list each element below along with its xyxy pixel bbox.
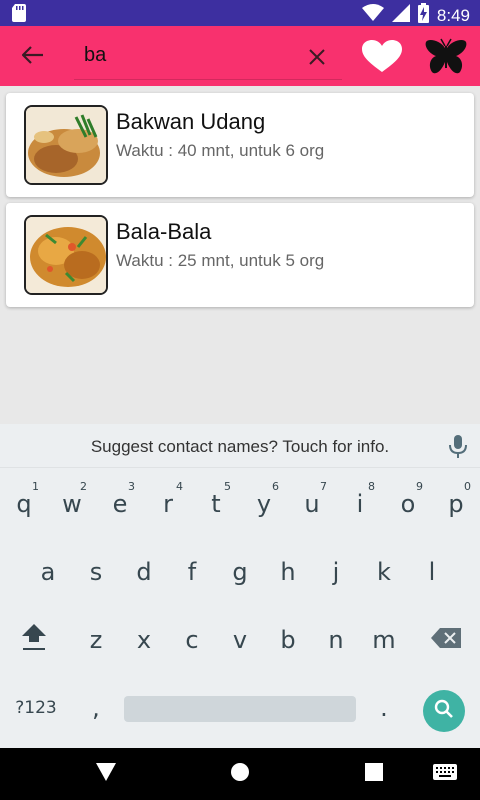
key-label: o [400,490,416,518]
key-label: q [16,490,32,518]
key-o[interactable]: 9o [384,476,432,532]
battery-charging-icon [417,3,429,28]
home-circle-icon [230,762,250,787]
search-icon [434,699,454,724]
key-label: r [163,490,173,518]
keyboard-icon [433,763,457,785]
nav-home-button[interactable] [228,762,252,786]
butterfly-icon [424,38,468,82]
wifi-icon [361,4,384,27]
key-y[interactable]: 6y [240,476,288,532]
key-j[interactable]: j [312,544,360,600]
suggestion-text: Suggest contact names? Touch for info. [90,437,390,456]
recipe-meta: Waktu : 40 mnt, untuk 6 org [116,141,325,160]
signal-icon [391,4,410,27]
key-f[interactable]: f [168,544,216,600]
recipe-title: Bala-Bala [116,219,212,244]
key-t[interactable]: 5t [192,476,240,532]
recipe-meta: Waktu : 25 mnt, untuk 5 org [116,251,325,270]
key-label: t [211,490,221,518]
spacebar[interactable] [124,696,356,722]
app-bar [0,26,480,86]
clear-search-button[interactable] [302,44,332,74]
navigation-bar [0,748,480,800]
sd-card-icon [12,4,26,27]
key-i[interactable]: 8i [336,476,384,532]
back-button[interactable] [18,42,48,72]
key-r[interactable]: 4r [144,476,192,532]
key-a[interactable]: a [24,544,72,600]
nav-keyboard-switch-button[interactable] [432,762,458,786]
butterfly-button[interactable] [424,38,468,78]
clock-time: 8:49 [436,5,470,25]
key-z[interactable]: z [72,612,120,668]
heart-icon [362,40,402,78]
key-label: i [356,490,364,518]
backspace-icon [431,626,461,654]
recents-square-icon [365,762,383,786]
key-hint: 4 [176,480,183,493]
key-p[interactable]: 0p [432,476,480,532]
key-label: y [256,490,272,518]
favorites-button[interactable] [362,40,402,74]
key-label: u [304,490,320,518]
key-hint: 5 [224,480,231,493]
recipe-thumbnail [24,215,108,295]
search-key[interactable] [423,690,465,732]
key-g[interactable]: g [216,544,264,600]
key-hint: 8 [368,480,375,493]
recipe-title: Bakwan Udang [116,109,266,134]
comma-key[interactable]: , [72,680,120,736]
key-b[interactable]: b [264,612,312,668]
shift-key[interactable] [10,612,58,668]
backspace-key[interactable] [422,612,470,668]
key-h[interactable]: h [264,544,312,600]
key-d[interactable]: d [120,544,168,600]
shift-icon [20,622,48,658]
recipe-card[interactable]: Bala-Bala Waktu : 25 mnt, untuk 5 org [6,203,474,307]
key-q[interactable]: 1q [0,476,48,532]
key-label: e [112,490,128,518]
key-hint: 7 [320,480,327,493]
status-bar: 8:49 [0,0,480,26]
key-hint: 3 [128,480,135,493]
key-w[interactable]: 2w [48,476,96,532]
soft-keyboard: Suggest contact names? Touch for info. 1… [0,424,480,748]
key-e[interactable]: 3e [96,476,144,532]
mic-icon[interactable] [446,434,470,460]
key-hint: 2 [80,480,87,493]
key-x[interactable]: x [120,612,168,668]
key-hint: 0 [464,480,471,493]
key-n[interactable]: n [312,612,360,668]
key-v[interactable]: v [216,612,264,668]
key-u[interactable]: 7u [288,476,336,532]
nav-recents-button[interactable] [362,762,386,786]
back-arrow-icon [21,45,44,69]
key-hint: 6 [272,480,279,493]
search-input[interactable] [84,44,284,67]
key-hint: 1 [32,480,39,493]
key-label: p [448,490,464,518]
back-triangle-icon [96,762,116,786]
key-c[interactable]: c [168,612,216,668]
nav-back-button[interactable] [94,762,118,786]
period-key[interactable]: . [360,680,408,736]
key-label: w [62,490,82,518]
key-s[interactable]: s [72,544,120,600]
clear-icon [308,48,326,71]
symbols-key[interactable]: ?123 [10,680,62,736]
key-hint: 9 [416,480,423,493]
recipe-card[interactable]: Bakwan Udang Waktu : 40 mnt, untuk 6 org [6,93,474,197]
key-l[interactable]: l [408,544,456,600]
key-m[interactable]: m [360,612,408,668]
recipe-thumbnail [24,105,108,185]
key-k[interactable]: k [360,544,408,600]
suggestion-strip[interactable]: Suggest contact names? Touch for info. [0,424,480,468]
